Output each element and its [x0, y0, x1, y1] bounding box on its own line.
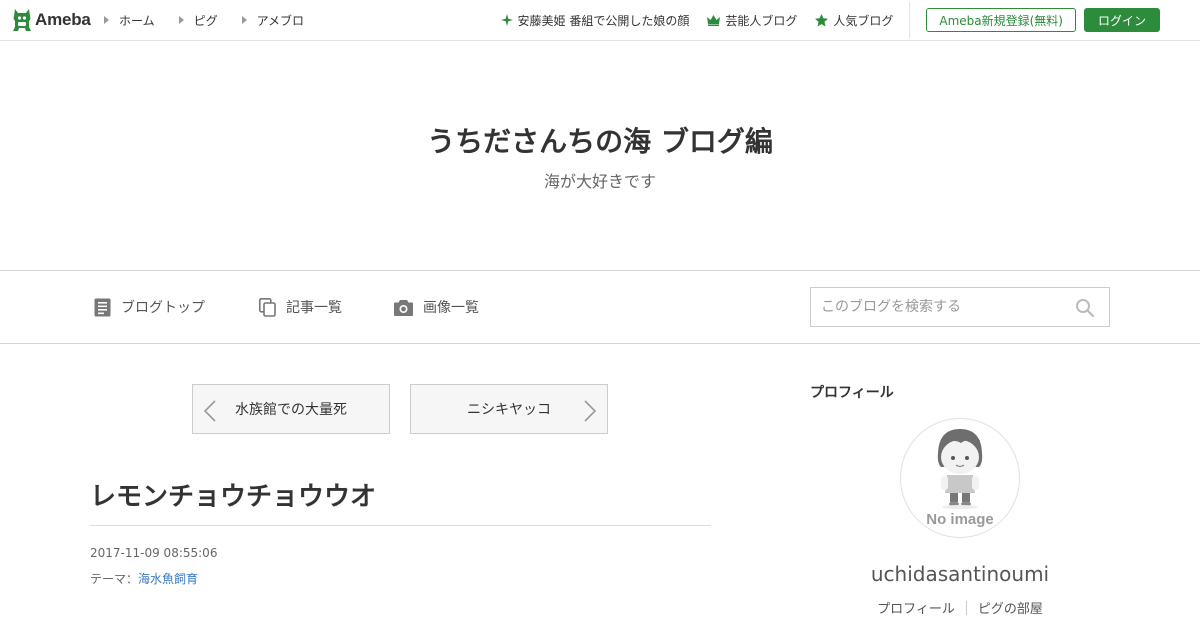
theme-prefix: テーマ：	[90, 572, 139, 586]
nav-ameblo[interactable]: アメブロ	[241, 12, 305, 29]
blog-top-label: ブログトップ	[121, 300, 205, 316]
nav-pigg[interactable]: ピグ	[178, 12, 218, 29]
ameba-mascot-icon	[13, 9, 31, 31]
divider	[909, 2, 911, 38]
entry-title[interactable]: レモンチョウチョウウオ	[90, 476, 376, 513]
caret-right-icon	[241, 16, 247, 24]
nav-home[interactable]: ホーム	[104, 12, 155, 29]
divider	[965, 600, 967, 615]
celebrity-blog-link[interactable]: 芸能人ブログ	[707, 12, 797, 29]
caret-right-icon	[178, 16, 184, 24]
entry-list-link[interactable]: 記事一覧	[259, 271, 342, 343]
profile-links: プロフィール ピグの部屋	[810, 598, 1110, 617]
camera-icon	[394, 299, 413, 316]
pigg-room-link[interactable]: ピグの部屋	[978, 598, 1043, 617]
avatar[interactable]: No image	[900, 418, 1020, 538]
chevron-left-icon	[203, 400, 216, 422]
profile-username[interactable]: uchidasantinoumi	[810, 562, 1110, 586]
profile-heading: プロフィール	[810, 385, 894, 401]
no-image-caption: No image	[926, 511, 994, 528]
blog-nav: ブログトップ 記事一覧 画像一覧	[0, 270, 1200, 344]
popular-blog-link[interactable]: 人気ブログ	[815, 12, 893, 29]
nav-label: ホーム	[119, 13, 155, 28]
search-input[interactable]	[811, 288, 1066, 326]
trend-link-label: 安藤美姫 番組で公開した娘の顔	[517, 13, 690, 28]
nav-label: ピグ	[193, 13, 218, 28]
profile-link[interactable]: プロフィール	[877, 598, 955, 617]
global-header: Ameba ホーム ピグ アメブロ 安藤美姫 番組で公開した娘の顔 芸能人ブログ	[0, 0, 1200, 41]
divider	[90, 525, 711, 526]
logo-text: Ameba	[35, 10, 91, 29]
popular-link-label: 人気ブログ	[833, 13, 894, 28]
caret-right-icon	[104, 16, 109, 24]
chevron-right-icon	[584, 400, 597, 422]
login-button[interactable]: ログイン	[1083, 8, 1160, 32]
search-icon[interactable]	[1075, 298, 1095, 318]
register-button[interactable]: Ameba新規登録(無料)	[926, 8, 1076, 32]
global-nav: ホーム ピグ アメブロ	[104, 0, 328, 40]
entry-theme: テーマ：海水魚飼育	[90, 570, 198, 587]
header-right: 安藤美姫 番組で公開した娘の顔 芸能人ブログ 人気ブログ Ameba新規登録(無…	[483, 0, 1160, 40]
blog-top-link[interactable]: ブログトップ	[94, 271, 205, 343]
image-list-label: 画像一覧	[423, 300, 479, 316]
nav-label: アメブロ	[256, 13, 305, 28]
blog-search	[810, 287, 1110, 327]
document-icon	[94, 298, 111, 317]
next-entry-label: ニシキヤッコ	[467, 402, 551, 418]
entry-list-label: 記事一覧	[286, 300, 342, 316]
ameba-logo[interactable]: Ameba	[12, 7, 91, 33]
crown-icon	[707, 14, 721, 26]
blog-title[interactable]: うちださんちの海 ブログ編	[0, 120, 1200, 160]
blog-subtitle: 海が大好きです	[543, 172, 656, 191]
copy-icon	[259, 297, 276, 317]
entry-date: 2017-11-09 08:55:06	[90, 546, 218, 560]
prev-entry-button[interactable]: 水族館での大量死	[192, 384, 390, 434]
next-entry-button[interactable]: ニシキヤッコ	[410, 384, 608, 434]
prev-entry-label: 水族館での大量死	[235, 402, 347, 418]
theme-link[interactable]: 海水魚飼育	[138, 572, 198, 586]
sparkle-icon	[500, 14, 513, 26]
image-list-link[interactable]: 画像一覧	[394, 271, 479, 343]
trend-link[interactable]: 安藤美姫 番組で公開した娘の顔	[500, 12, 690, 29]
celebrity-link-label: 芸能人ブログ	[725, 13, 798, 28]
star-icon	[815, 13, 829, 27]
